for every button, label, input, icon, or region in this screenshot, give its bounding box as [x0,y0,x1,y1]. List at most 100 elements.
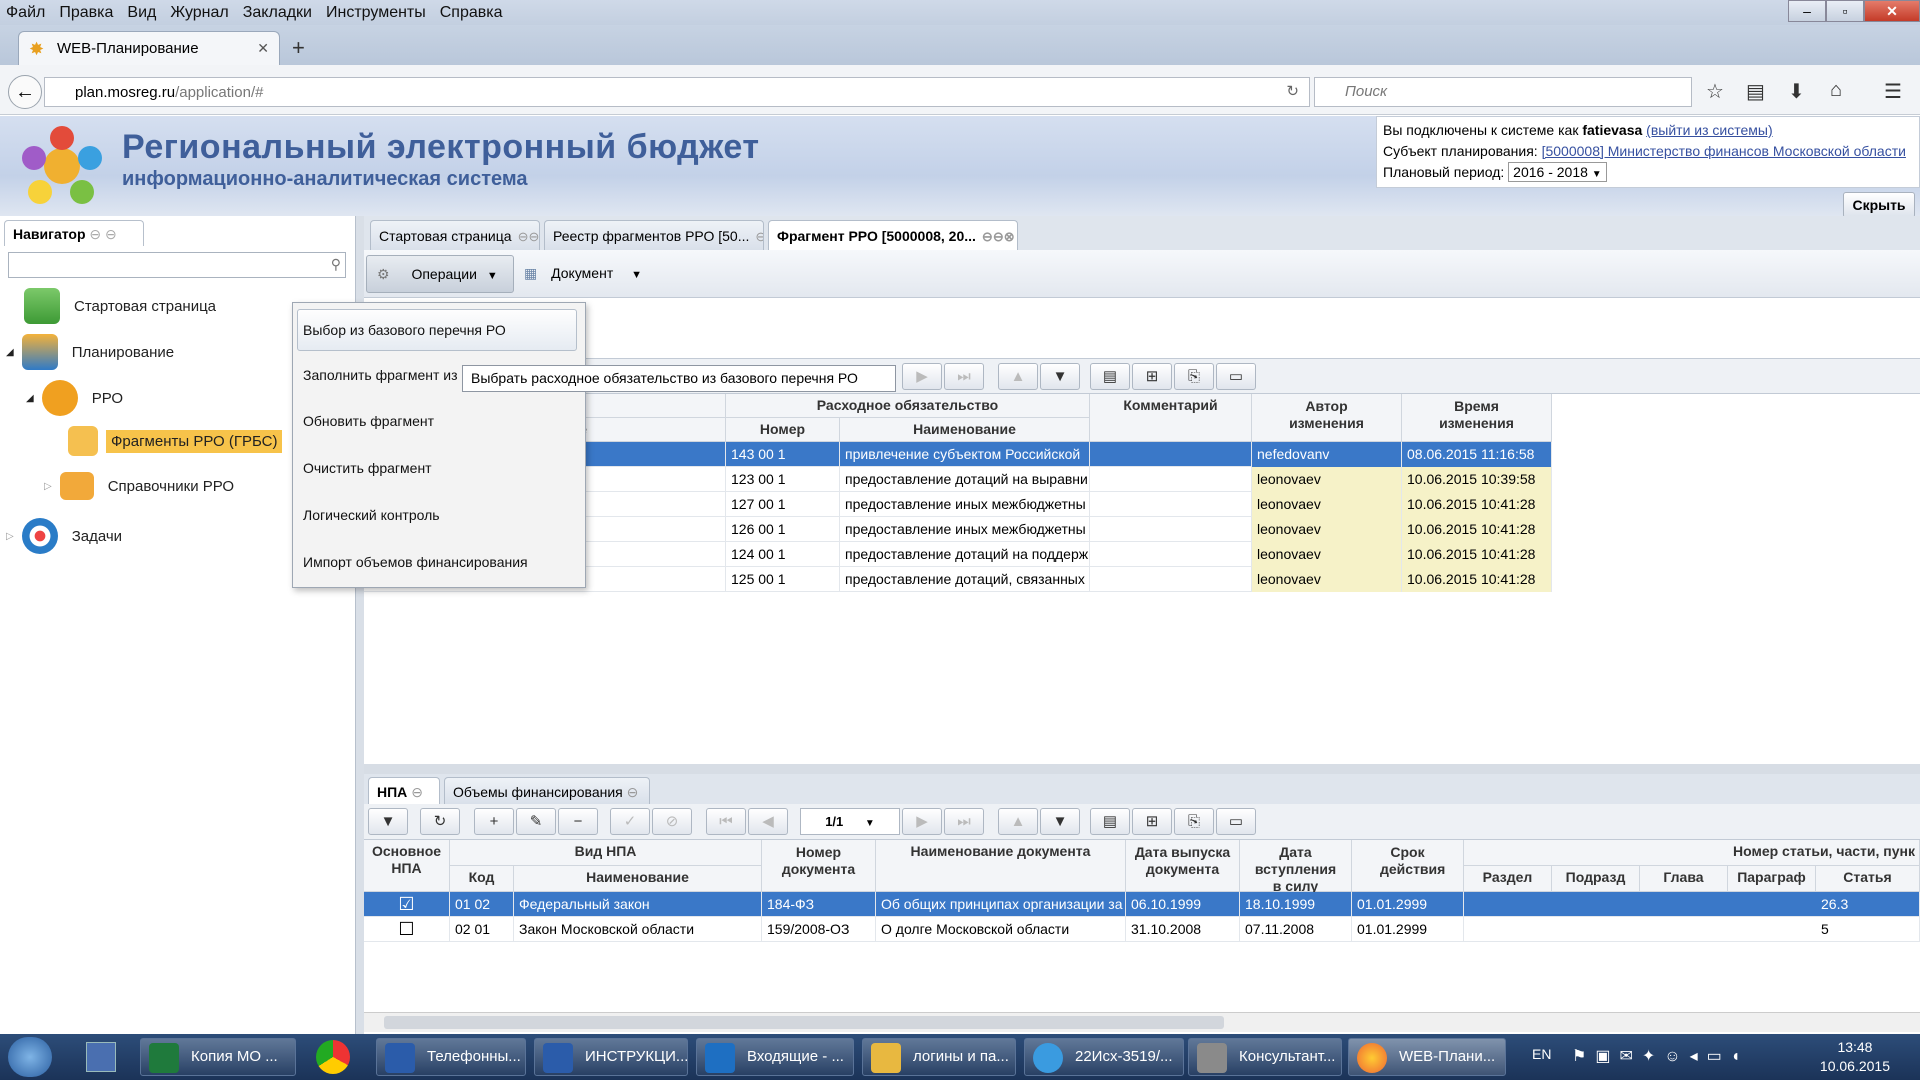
tab-fragment-registry[interactable]: Реестр фрагментов РРО [50... ⊖⊖⊗ [544,220,764,250]
menu-item-select-base[interactable]: Выбор из базового перечня РО [303,322,506,338]
nav-item-rro[interactable]: ◢ РРО [26,380,123,416]
main-npa-checkbox[interactable]: ☐ [364,917,450,942]
horizontal-splitter[interactable] [364,764,1920,774]
menu-view[interactable]: Вид [127,4,156,22]
language-indicator[interactable]: EN [1532,1046,1551,1062]
expand-arrow-icon[interactable]: ▷ [6,531,14,542]
home-icon[interactable]: ⌂ [1830,79,1842,102]
main-npa-checkbox[interactable]: ☑ [364,892,450,917]
menu-item-refresh[interactable]: Обновить фрагмент [303,413,434,429]
menu-item-import[interactable]: Импорт объемов финансирования [303,554,528,570]
table-row[interactable]: ☐ 02 01 Закон Московской области 159/2008-О… [364,917,1920,942]
tab-fragment-rro[interactable]: Фрагмент РРО [5000008, 20... ⊖⊖⊗ [768,220,1018,250]
next-page-icon[interactable]: ▶ [902,808,942,835]
expand-arrow-icon[interactable]: ▷ [44,481,52,492]
menu-item-fill-from[interactable]: Заполнить фрагмент из [303,367,458,383]
prev-page-icon[interactable]: ◀ [748,808,788,835]
task-firefox[interactable]: WEB-Плани... [1348,1038,1506,1076]
hide-button[interactable]: Скрыть [1843,192,1915,218]
menu-tools[interactable]: Инструменты [326,4,426,22]
close-window-button[interactable]: ✕ [1864,0,1920,22]
save-icon[interactable] [86,1042,116,1072]
last-page-icon[interactable]: ⏭ [944,363,984,390]
filter-icon[interactable]: ▼ [368,808,408,835]
comment-icon[interactable]: ▭ [1216,808,1256,835]
task-outlook[interactable]: Входящие - ... [696,1038,854,1076]
expand-arrow-icon[interactable]: ◢ [26,393,34,404]
volume-icon[interactable]: ◖ [1731,1048,1750,1065]
bookmark-star-icon[interactable]: ☆ [1706,79,1724,104]
menu-file[interactable]: Файл [6,4,45,22]
menu-item-logic-check[interactable]: Логический контроль [303,507,440,523]
tab-controls-icon[interactable]: ⊖⊖⊗ [518,229,539,244]
delete-icon[interactable]: − [558,808,598,835]
nav-item-planning[interactable]: ◢ Планирование [6,334,174,370]
next-page-icon[interactable]: ▶ [902,363,942,390]
menu-edit[interactable]: Правка [59,4,113,22]
move-up-icon[interactable]: ▲ [998,808,1038,835]
outlook-tray-icon[interactable]: ✉ [1619,1048,1641,1065]
tab-npa[interactable]: НПА ⊖ [368,777,440,804]
reading-list-icon[interactable]: ▤ [1746,79,1765,104]
move-down-icon[interactable]: ▼ [1040,363,1080,390]
add-row-icon[interactable]: ⊞ [1132,363,1172,390]
task-folder[interactable]: логины и па... [862,1038,1016,1076]
last-page-icon[interactable]: ⏭ [944,808,984,835]
tab-start-page[interactable]: Стартовая страница ⊖⊖⊗ [370,220,540,250]
menu-item-clear[interactable]: Очистить фрагмент [303,460,432,476]
nav-item-rro-fragments[interactable]: Фрагменты РРО (ГРБС) [68,426,283,456]
task-ie[interactable]: 22Исх-3519/... [1024,1038,1184,1076]
flag-icon[interactable]: ⚑ [1572,1048,1595,1065]
maximize-button[interactable]: ▫ [1826,0,1864,22]
browser-tab[interactable]: ✸ WEB-Планирование ✕ [18,31,280,65]
refresh-icon[interactable]: ↻ [420,808,460,835]
move-down-icon[interactable]: ▼ [1040,808,1080,835]
list-icon[interactable]: ▤ [1090,363,1130,390]
subject-link[interactable]: [5000008] Министерство финансов Московск… [1542,143,1906,159]
confirm-icon[interactable]: ✓ [610,808,650,835]
tab-controls-icon[interactable]: ⊖⊖⊗ [755,229,763,244]
start-button[interactable] [8,1037,52,1077]
back-button[interactable]: ← [8,75,42,109]
nav-item-rro-directories[interactable]: ▷ Справочники РРО [44,472,234,500]
expand-arrow-icon[interactable]: ◢ [6,347,14,358]
edit-icon[interactable]: ✎ [516,808,556,835]
export-icon[interactable]: ⎘ [1174,808,1214,835]
menu-history[interactable]: Журнал [170,4,228,22]
add-row-icon[interactable]: ⊞ [1132,808,1172,835]
task-word-phones[interactable]: Телефонны... [376,1038,526,1076]
reload-icon[interactable]: ↻ [1286,82,1299,100]
navigator-search-input[interactable]: ⚲ [8,252,346,278]
table-row[interactable]: ☑ 01 02 Федеральный закон 184-ФЗ Об общих пр… [364,892,1920,917]
task-excel[interactable]: Копия МО ... [140,1038,296,1076]
document-button[interactable]: ▦ Документ ▼ [520,255,646,292]
add-icon[interactable]: + [474,808,514,835]
chrome-icon[interactable] [316,1040,350,1074]
navigator-tab[interactable]: Навигатор ⊖ ⊖ [4,220,144,246]
download-icon[interactable]: ⬇ [1788,79,1805,104]
nav-item-start[interactable]: Стартовая страница [24,288,216,324]
smile-icon[interactable]: ☺ [1664,1048,1689,1065]
menu-help[interactable]: Справка [440,4,503,22]
collapse-icon[interactable]: ⊖ [627,784,639,800]
cancel-icon[interactable]: ⊘ [652,808,692,835]
url-bar[interactable]: plan.mosreg.ru/application/# ↻ [44,77,1310,107]
tab-controls-icon[interactable]: ⊖⊖⊗ [982,229,1015,244]
monitor-icon[interactable]: ▭ [1707,1048,1731,1065]
search-input[interactable]: Поиск [1314,77,1692,107]
pager-select[interactable]: 1/1 ▼ [800,808,900,835]
close-tab-icon[interactable]: ✕ [257,40,269,57]
minimize-button[interactable]: – [1788,0,1826,22]
collapse-icon[interactable]: ⊖ [411,784,423,800]
export-icon[interactable]: ⎘ [1174,363,1214,390]
task-word-instructions[interactable]: ИНСТРУКЦИ... [534,1038,688,1076]
logout-link[interactable]: (выйти из системы) [1646,122,1772,138]
hamburger-menu-icon[interactable]: ☰ [1884,79,1902,104]
panel-controls-icon[interactable]: ⊖ ⊖ [89,226,116,242]
list-icon[interactable]: ▤ [1090,808,1130,835]
nav-item-tasks[interactable]: ▷ Задачи [6,518,122,554]
new-tab-button[interactable]: + [292,35,305,61]
period-select[interactable]: 2016 - 2018 ▼ [1508,162,1607,182]
search-icon[interactable]: ⚲ [331,256,341,273]
app-tray-icon[interactable]: ✦ [1642,1048,1664,1065]
